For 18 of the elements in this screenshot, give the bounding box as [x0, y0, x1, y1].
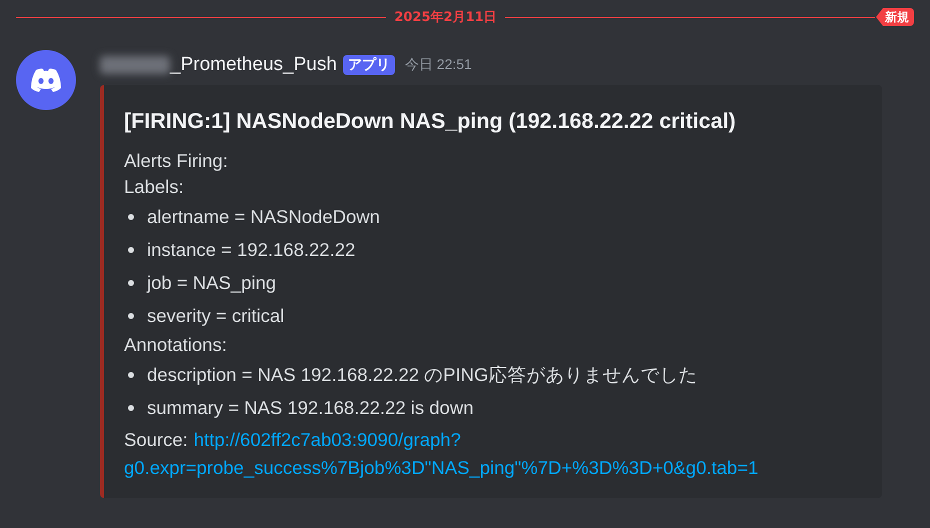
- list-item: description = NAS 192.168.22.22 のPING応答がありませんでした: [147, 363, 698, 387]
- source-link-continued[interactable]: g0.expr=probe_success%7Bjob%3D"NAS_ping"%7D+%3D%3D+0&g0.tab=1: [124, 457, 758, 478]
- source-label: Source:: [124, 428, 188, 452]
- source-link[interactable]: http://602ff2c7ab03:9090/graph?: [194, 426, 461, 454]
- list-item: instance = 192.168.22.22: [147, 238, 356, 260]
- section-heading: Alerts Firing:: [124, 149, 229, 173]
- username[interactable]: _Prometheus_Push: [170, 54, 337, 76]
- section-heading: Labels:: [124, 175, 185, 199]
- list-item: alertname = NASNodeDown: [147, 206, 380, 228]
- list-item: summary = NAS 192.168.22.22 is down: [147, 396, 474, 418]
- embed-title: [FIRING:1] NASNodeDown NAS_ping (192.168.22.22 critical): [124, 109, 737, 134]
- section-heading: Annotations:: [124, 333, 228, 357]
- timestamp: 今日 22:51: [404, 56, 472, 74]
- app-badge: アプリ: [342, 55, 395, 75]
- list-item: severity = critical: [147, 304, 284, 326]
- list-item: job = NAS_ping: [147, 272, 276, 294]
- date-divider-label: 2025年2月11日: [393, 9, 498, 26]
- bot-face-icon: [29, 67, 63, 93]
